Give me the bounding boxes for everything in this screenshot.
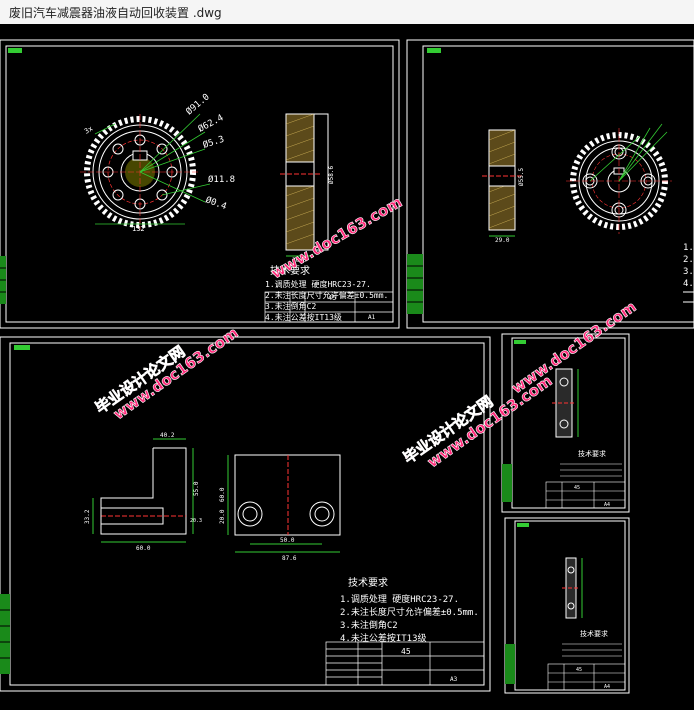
bracket-dim-h3: 20.0 [219,509,226,524]
gear2-dim-width: 29.0 [495,237,510,244]
sheet-3: 40.2 60.0 55.0 33.2 20.3 50.0 87.6 60.0 … [0,336,491,692]
sheet5-title-block [547,663,626,691]
dim-132: 132 [132,225,145,233]
gear2-front-view [566,123,672,234]
sheet4-scale: A4 [604,502,610,508]
bracket-dim-flange: 33.2 [84,509,91,524]
sheet2-note-4: 4. [683,279,694,289]
sheet3-material: 45 [401,647,411,656]
dim-bore: Ø0.4 [204,194,228,212]
sheet2-note-3: 3. [683,267,694,277]
sheet5-material: 45 [576,667,582,673]
sheet1-note-1: 1.调质处理 硬度HRC23-27. [265,279,371,289]
sheet-1: Ø91.0 Ø62.4 Ø5.3 Ø11.8 Ø0.4 132 3x 30.0 … [0,39,400,329]
dim-pitch: Ø62.4 [196,112,225,134]
watermark-2: 毕业设计论文网 www.doc163.com www.doc163.com [400,297,640,471]
sheet3-notes-title: 技术要求 [348,576,388,589]
sheet5-part [562,557,583,619]
bracket-dim-bottom: 60.0 [136,545,151,552]
dim-hole2: Ø11.8 [208,174,235,185]
sheet4-notes-title: 技术要求 [578,449,606,458]
cad-drawing: Ø91.0 Ø62.4 Ø5.3 Ø11.8 Ø0.4 132 3x 30.0 … [0,39,694,694]
bracket-side-view [92,438,194,543]
bracket-dim-top: 40.2 [160,432,175,439]
sheet4-title-block [545,481,626,509]
drawing-canvas[interactable]: Ø91.0 Ø62.4 Ø5.3 Ø11.8 Ø0.4 132 3x 30.0 … [0,24,694,710]
sheet4-part [552,368,579,438]
sheet3-note-1: 1.调质处理 硬度HRC23-27. [340,593,459,605]
gear2-side-view [482,129,522,237]
sheet1-material: 45 [328,294,336,302]
bracket-dim-height: 55.0 [193,481,200,496]
sheet2-note-1: 1. [683,243,694,253]
gear-front-view [80,113,211,230]
sheet2-note-2: 2. [683,255,694,265]
window-title: 废旧汽车减震器油液自动回收装置 .dwg [9,6,222,20]
sheet1-note-3: 3.未注倒角C2 [265,301,316,311]
window-titlebar: 废旧汽车减震器油液自动回收装置 .dwg [0,0,694,25]
watermark-url-1: www.doc163.com [110,324,242,424]
sheet3-note-2: 2.未注长度尺寸允许偏差±0.5mm. [340,606,479,618]
sheet3-scale: A3 [450,676,458,683]
sheet-2: 29.0 Ø55.5 1. 2. 3. 4. [406,39,694,329]
bracket-dim-width: 87.6 [282,555,297,562]
gear2-dim-dia: Ø55.5 [518,168,525,186]
dim-od: Ø91.0 [184,91,212,117]
dim-3x: 3x [83,125,94,136]
dim-hole: Ø5.3 [202,134,226,151]
sheet1-note-2: 2.未注长度尺寸允许偏差±0.5mm. [265,290,388,300]
sheet5-scale: A4 [604,684,610,690]
sheet3-note-3: 3.未注倒角C2 [340,619,398,631]
watermark-url-4: www.doc163.com [508,298,640,398]
bracket-dim-hole: 20.3 [190,518,202,524]
sheet5-notes-title: 技术要求 [580,629,608,638]
sheet1-note-4: 4.未注公差按IT13级 [265,312,342,322]
bracket-dim-h2: 60.0 [219,487,226,502]
gear-side-view [280,113,329,257]
sheet-5: 技术要求 45 A4 [504,517,630,694]
sheet4-material: 45 [574,485,580,491]
bracket-dim-holes: 50.0 [280,537,295,544]
dim-side-dia: Ø58.6 [328,166,335,184]
sheet1-scale: A1 [368,314,376,321]
